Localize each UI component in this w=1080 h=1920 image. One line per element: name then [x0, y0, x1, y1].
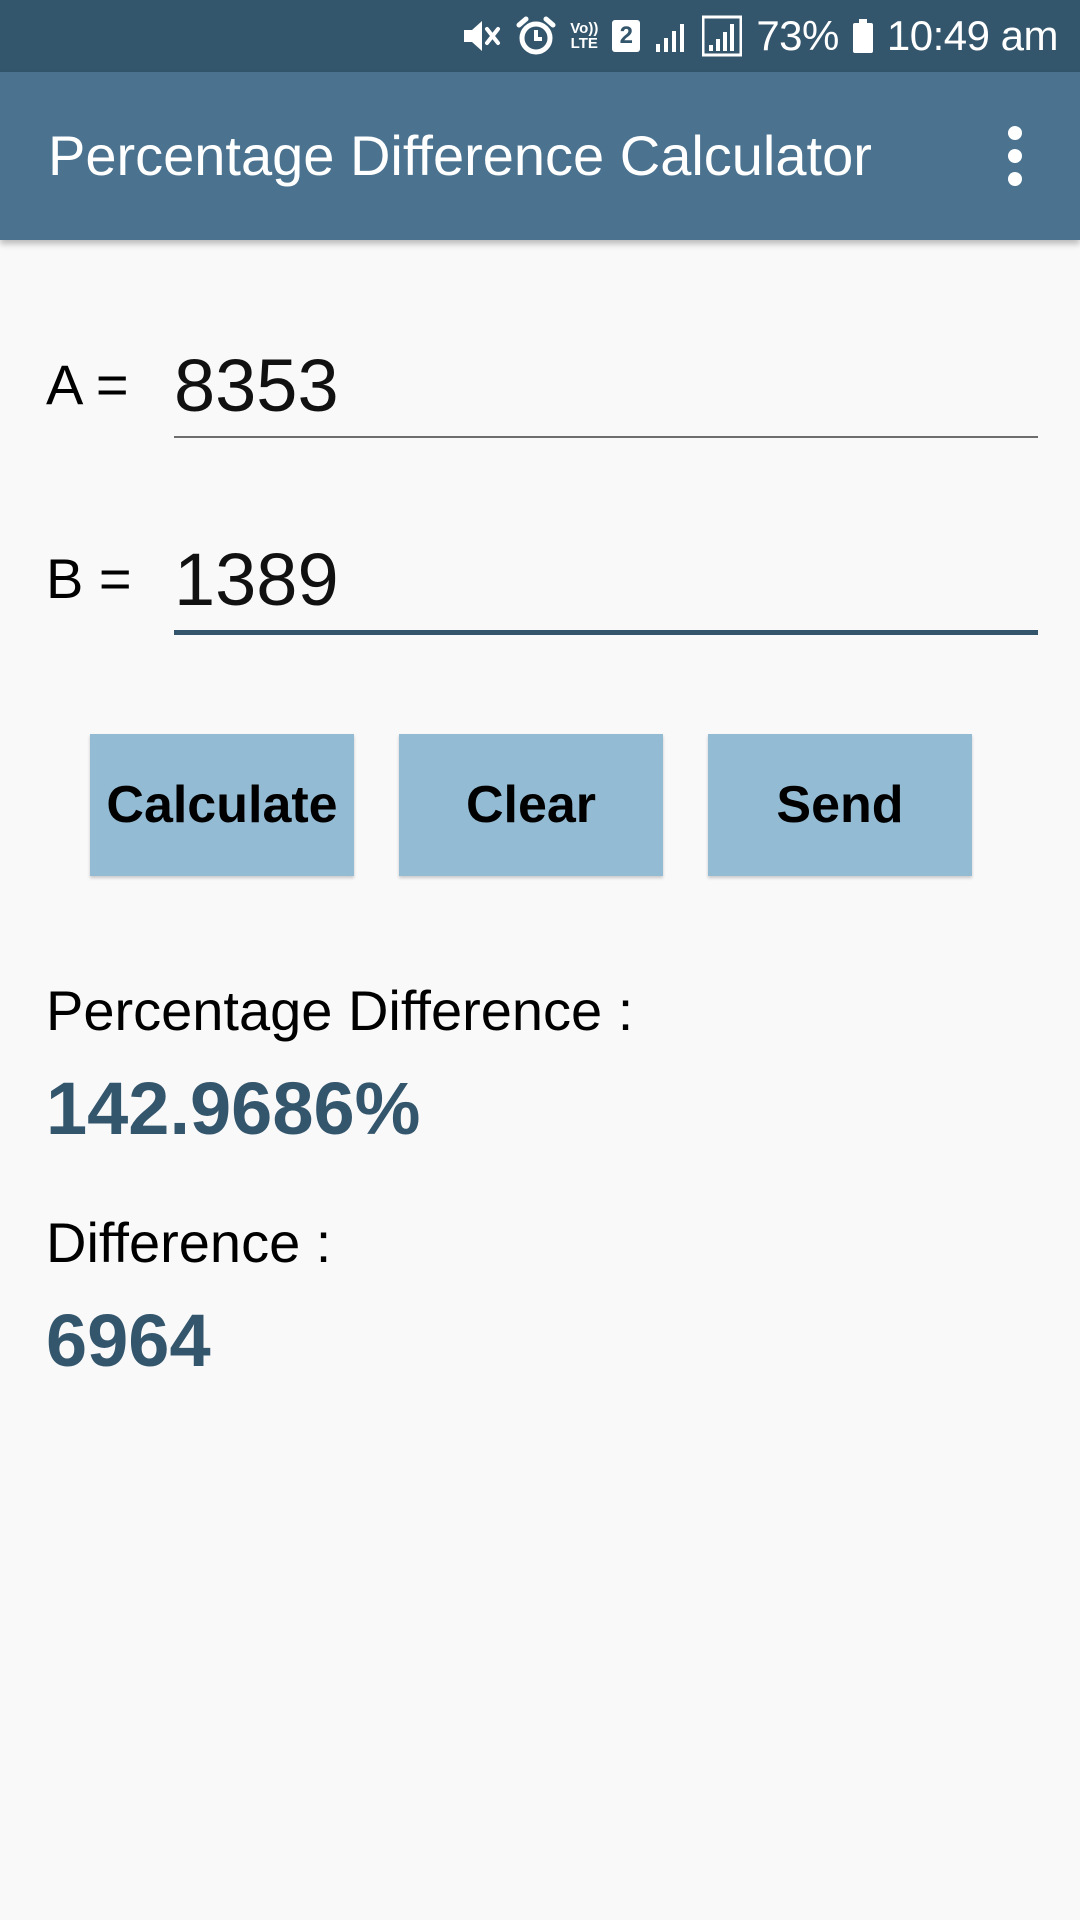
- volte-top-label: Vo)): [570, 20, 599, 37]
- input-a-field[interactable]: [174, 340, 1038, 430]
- battery-icon: [852, 19, 873, 53]
- volte-icon: Vo)) LTE: [570, 21, 598, 51]
- status-time: 10:49 am: [886, 12, 1059, 59]
- app-bar: Percentage Difference Calculator: [0, 72, 1080, 240]
- status-bar: Vo)) LTE 2 73% 10:49 am: [0, 0, 1080, 72]
- signal-icon: [654, 18, 688, 54]
- volte-bottom-label: LTE: [570, 35, 598, 52]
- input-b-field[interactable]: [174, 534, 1038, 624]
- percentage-difference-value: 142.9686%: [46, 1067, 421, 1150]
- input-b-label: B =: [46, 547, 132, 610]
- difference-value: 6964: [46, 1299, 211, 1382]
- input-a-underline: [174, 436, 1038, 438]
- difference-label: Difference :: [46, 1211, 332, 1274]
- clear-button[interactable]: Clear: [399, 734, 663, 876]
- app-title: Percentage Difference Calculator: [48, 124, 872, 187]
- sim-2-icon: 2: [612, 20, 641, 52]
- input-a-label: A =: [46, 353, 129, 416]
- input-b-underline: [174, 630, 1038, 635]
- mute-icon: [460, 15, 502, 57]
- battery-percent: 73%: [756, 12, 839, 59]
- signal-icon: [702, 15, 743, 57]
- percentage-difference-label: Percentage Difference :: [46, 979, 634, 1042]
- status-icons: Vo)) LTE 2 73% 10:49 am: [460, 0, 1059, 72]
- send-button[interactable]: Send: [708, 734, 972, 876]
- calculate-button[interactable]: Calculate: [90, 734, 354, 876]
- more-vert-icon[interactable]: [980, 116, 1050, 196]
- alarm-icon: [516, 16, 556, 56]
